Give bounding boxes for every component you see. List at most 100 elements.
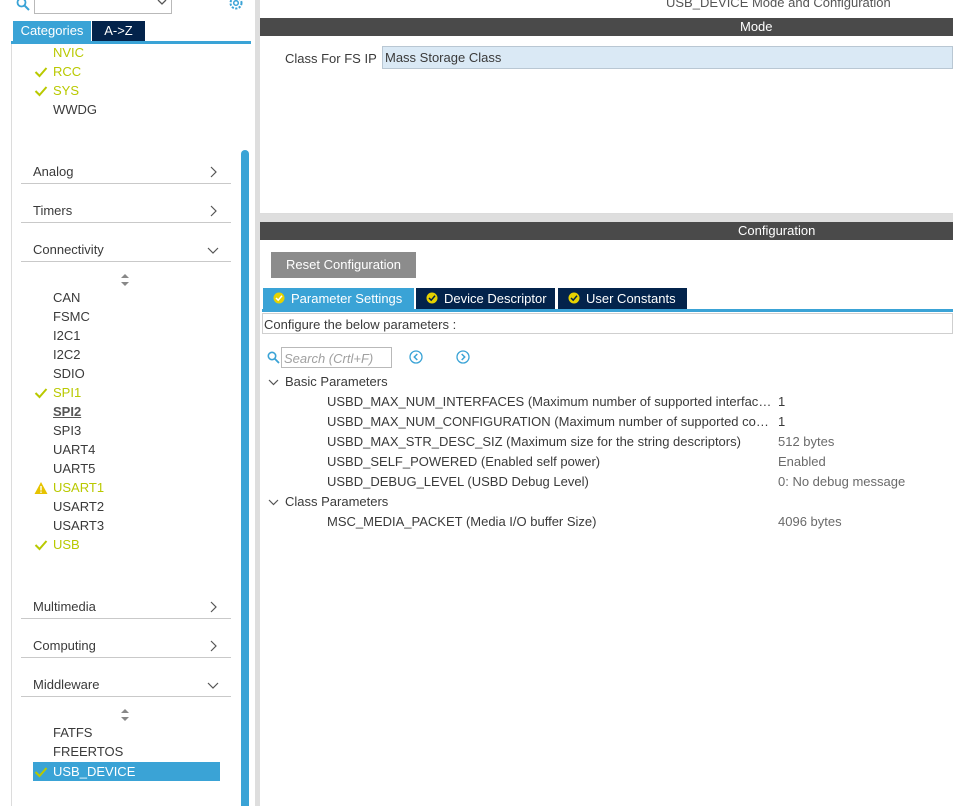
- parameter-search-input[interactable]: Search (Crtl+F): [281, 347, 392, 368]
- sidebar-item-usb-device[interactable]: USB_DEVICE: [33, 762, 220, 781]
- tabs-underline: [262, 309, 953, 312]
- param-name: USBD_MAX_NUM_INTERFACES (Maximum number …: [327, 394, 775, 409]
- category-label: Analog: [33, 164, 74, 179]
- param-row[interactable]: USBD_SELF_POWERED (Enabled self power) E…: [327, 452, 953, 472]
- component-search-combo[interactable]: [34, 0, 172, 14]
- check-circle-icon: [426, 292, 438, 304]
- configuration-header-label: Configuration: [738, 223, 816, 238]
- sidebar-item-uart4[interactable]: UART4: [53, 440, 95, 459]
- left-panel: Categories A->Z NVIC RCC SYS WWDG Analog…: [0, 0, 253, 806]
- sidebar-item-i2c1[interactable]: I2C1: [53, 326, 80, 345]
- configuration-header: Configuration: [260, 222, 953, 240]
- chevron-down-icon[interactable]: [157, 0, 167, 7]
- sidebar-item-sys[interactable]: SYS: [53, 81, 79, 100]
- category-middleware[interactable]: Middleware: [21, 673, 231, 697]
- gear-icon[interactable]: [227, 0, 245, 12]
- check-icon: [34, 540, 48, 551]
- next-icon[interactable]: [456, 350, 470, 364]
- tab-label: User Constants: [586, 291, 676, 306]
- sidebar-item-i2c2[interactable]: I2C2: [53, 345, 80, 364]
- check-icon: [34, 67, 48, 78]
- configure-instructions: Configure the below parameters :: [262, 313, 953, 334]
- param-value[interactable]: Enabled: [778, 454, 826, 469]
- param-row[interactable]: USBD_MAX_NUM_CONFIGURATION (Maximum numb…: [327, 412, 953, 432]
- category-computing[interactable]: Computing: [21, 634, 231, 658]
- mode-header: Mode: [260, 18, 953, 36]
- sidebar-item-nvic[interactable]: NVIC: [53, 43, 84, 62]
- param-value[interactable]: 0: No debug message: [778, 474, 905, 489]
- sidebar-item-fsmc[interactable]: FSMC: [53, 307, 90, 326]
- category-multimedia[interactable]: Multimedia: [21, 595, 231, 619]
- category-connectivity[interactable]: Connectivity: [21, 238, 231, 262]
- param-row[interactable]: USBD_MAX_STR_DESC_SIZ (Maximum size for …: [327, 432, 953, 452]
- class-for-fs-ip-select[interactable]: Mass Storage Class: [382, 46, 953, 69]
- sidebar-item-usart2[interactable]: USART2: [53, 497, 104, 516]
- sidebar-item-spi2[interactable]: SPI2: [53, 402, 81, 421]
- tab-a-to-z[interactable]: A->Z: [92, 21, 145, 41]
- category-label: Computing: [33, 638, 96, 653]
- class-for-fs-ip-value: Mass Storage Class: [385, 50, 502, 65]
- param-row[interactable]: MSC_MEDIA_PACKET (Media I/O buffer Size)…: [327, 512, 953, 532]
- search-icon: [267, 351, 280, 364]
- sort-icon[interactable]: [120, 709, 130, 721]
- chevron-right-icon: [210, 205, 217, 217]
- tab-label: Parameter Settings: [291, 291, 403, 306]
- mode-section: Class For FS IP Mass Storage Class: [260, 36, 953, 214]
- category-label: Middleware: [33, 677, 100, 692]
- chevron-down-icon: [207, 682, 219, 689]
- warning-icon: [34, 482, 48, 494]
- configure-instructions-text: Configure the below parameters :: [264, 317, 457, 332]
- tab-user-constants[interactable]: User Constants: [558, 288, 687, 309]
- reset-configuration-button[interactable]: Reset Configuration: [271, 252, 416, 278]
- chevron-right-icon: [210, 640, 217, 652]
- group-label: Class Parameters: [285, 494, 389, 509]
- sidebar-item-spi3[interactable]: SPI3: [53, 421, 81, 440]
- category-label: Timers: [33, 203, 73, 218]
- sort-icon[interactable]: [120, 274, 130, 286]
- tab-categories[interactable]: Categories: [13, 21, 91, 41]
- check-icon: [34, 388, 48, 399]
- param-value[interactable]: 4096 bytes: [778, 514, 842, 529]
- sidebar-item-fatfs[interactable]: FATFS: [53, 723, 92, 742]
- category-timers[interactable]: Timers: [21, 199, 231, 223]
- sidebar-item-freertos[interactable]: FREERTOS: [53, 742, 123, 761]
- chevron-down-icon: [268, 499, 279, 506]
- param-row[interactable]: USBD_DEBUG_LEVEL (USBD Debug Level) 0: N…: [327, 472, 953, 492]
- category-label: Connectivity: [33, 242, 104, 257]
- sidebar-item-uart5[interactable]: UART5: [53, 459, 95, 478]
- right-panel: USB_DEVICE Mode and Configuration Mode C…: [260, 0, 953, 806]
- param-name: USBD_SELF_POWERED (Enabled self power): [327, 454, 601, 469]
- tab-label: Device Descriptor: [444, 291, 547, 306]
- search-placeholder: Search (Crtl+F): [284, 351, 374, 366]
- param-name: MSC_MEDIA_PACKET (Media I/O buffer Size): [327, 514, 597, 529]
- sidebar-item-usart1[interactable]: USART1: [53, 478, 104, 497]
- tabs-underline: [11, 41, 251, 44]
- sidebar-item-can[interactable]: CAN: [53, 288, 80, 307]
- sidebar-item-sdio[interactable]: SDIO: [53, 364, 85, 383]
- previous-icon[interactable]: [409, 350, 423, 364]
- category-analog[interactable]: Analog: [21, 160, 231, 184]
- param-value[interactable]: 1: [778, 414, 785, 429]
- chevron-down-icon: [207, 247, 219, 254]
- section-separator[interactable]: [260, 214, 953, 222]
- tab-parameter-settings[interactable]: Parameter Settings: [263, 288, 414, 309]
- param-value[interactable]: 1: [778, 394, 785, 409]
- page-title: USB_DEVICE Mode and Configuration: [666, 0, 891, 10]
- group-label: Basic Parameters: [285, 374, 388, 389]
- param-row[interactable]: USBD_MAX_NUM_INTERFACES (Maximum number …: [327, 392, 953, 412]
- mode-header-label: Mode: [740, 19, 773, 34]
- scrollbar-thumb[interactable]: [241, 150, 249, 806]
- sidebar-item-usart3[interactable]: USART3: [53, 516, 104, 535]
- check-icon: [34, 86, 48, 97]
- chevron-right-icon: [210, 601, 217, 613]
- tab-device-descriptor[interactable]: Device Descriptor: [416, 288, 555, 309]
- sidebar-item-rcc[interactable]: RCC: [53, 62, 81, 81]
- sidebar-item-usb[interactable]: USB: [53, 535, 80, 554]
- category-label: Multimedia: [33, 599, 96, 614]
- sidebar-item-wwdg[interactable]: WWDG: [53, 100, 97, 119]
- sidebar-item-spi1[interactable]: SPI1: [53, 383, 81, 402]
- param-value[interactable]: 512 bytes: [778, 434, 834, 449]
- param-name: USBD_DEBUG_LEVEL (USBD Debug Level): [327, 474, 589, 489]
- param-name: USBD_MAX_STR_DESC_SIZ (Maximum size for …: [327, 434, 741, 449]
- class-for-fs-ip-label: Class For FS IP: [285, 51, 377, 66]
